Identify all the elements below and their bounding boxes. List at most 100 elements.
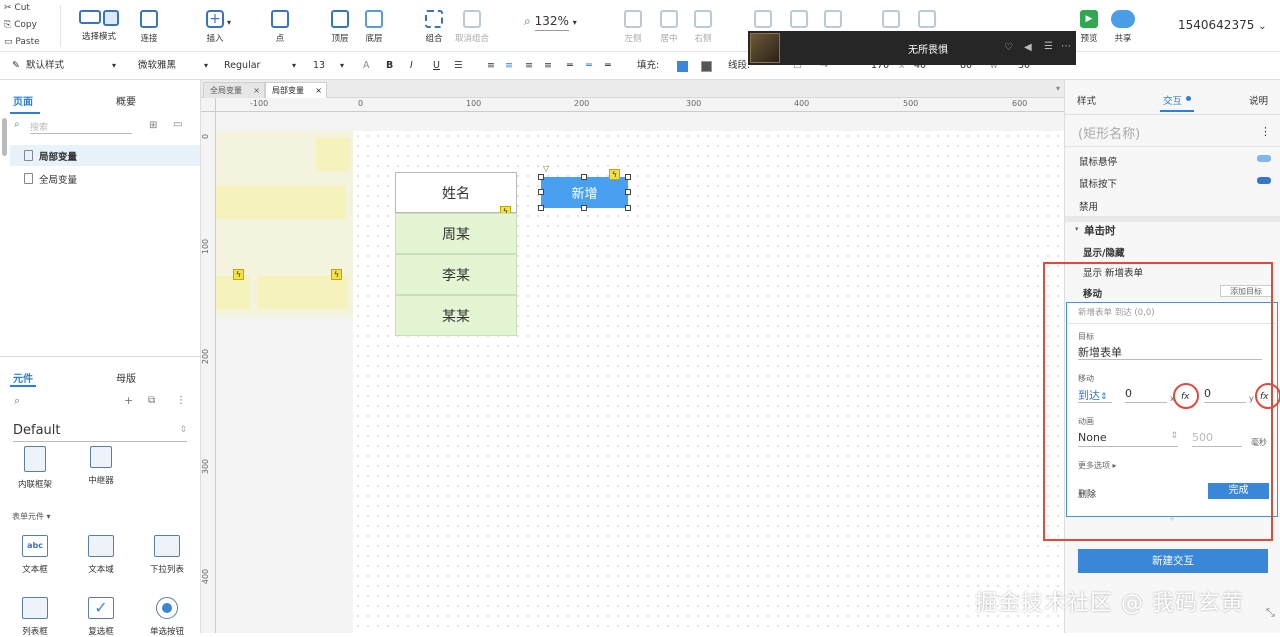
valign-top-icon[interactable]: ═: [567, 52, 573, 80]
more-icon[interactable]: ⋯: [1061, 41, 1071, 52]
top-layer-button[interactable]: 顶层: [326, 10, 354, 44]
comp-listbox[interactable]: 列表框: [12, 597, 58, 637]
resize-handle[interactable]: [625, 189, 631, 195]
valign-bottom-icon[interactable]: ═: [605, 52, 611, 80]
align-center-button[interactable]: 居中: [656, 10, 682, 44]
distribute-v-button[interactable]: [914, 10, 940, 32]
account-menu[interactable]: 1540642375 ⌄: [1178, 18, 1267, 32]
page-item-global[interactable]: 全局变量: [10, 168, 200, 189]
heart-icon[interactable]: ♡: [1004, 42, 1013, 53]
comp-textbox[interactable]: abc 文本框: [12, 535, 58, 575]
point-button[interactable]: 点: [268, 10, 292, 44]
preview-button[interactable]: ▶ 预览: [1076, 10, 1102, 44]
resize-handle[interactable]: [581, 174, 587, 180]
resize-handle[interactable]: [538, 189, 544, 195]
interaction-bolt-icon[interactable]: ϟ: [331, 269, 342, 280]
copy-icon[interactable]: ⧉: [148, 395, 155, 406]
doc-tab-global[interactable]: 全局变量 ×: [203, 82, 265, 98]
hidden-shape[interactable]: [316, 138, 350, 171]
ungroup-button[interactable]: 取消组合: [452, 10, 492, 44]
tab-outline[interactable]: 概要: [116, 93, 136, 108]
collapse-icon[interactable]: ▾: [1075, 225, 1079, 233]
page-item-local[interactable]: 局部变量: [10, 145, 200, 166]
add-library-icon[interactable]: +: [124, 394, 133, 407]
tab-masters[interactable]: 母版: [116, 370, 136, 385]
align-text-center-icon[interactable]: ≡: [505, 52, 513, 80]
table-row[interactable]: 周某: [395, 213, 517, 254]
tabs-menu-icon[interactable]: ▾: [1056, 84, 1060, 93]
new-interaction-button[interactable]: 新建交互: [1078, 549, 1268, 573]
group-button[interactable]: 组合: [420, 10, 448, 44]
add-page-icon[interactable]: ⊞: [149, 120, 157, 131]
add-new-button-widget[interactable]: 新增: [541, 177, 628, 208]
hidden-shape[interactable]: [258, 276, 348, 309]
valign-middle-icon[interactable]: ═: [586, 52, 592, 80]
shadow-swatch[interactable]: [701, 61, 712, 72]
hover-swatch[interactable]: [1257, 155, 1271, 162]
resize-handle[interactable]: [581, 205, 587, 211]
library-select[interactable]: Default ⇕: [13, 423, 187, 442]
comp-checkbox[interactable]: ✓ 复选框: [78, 597, 124, 637]
insert-button[interactable]: + 插入: [200, 10, 230, 44]
paste-button[interactable]: ▭ Paste: [4, 34, 40, 51]
interaction-bolt-icon[interactable]: ϟ: [609, 169, 620, 180]
weight-select[interactable]: Regular: [224, 52, 260, 80]
form-section-header[interactable]: 表单元件 ▾: [12, 511, 51, 522]
resize-handle[interactable]: [625, 205, 631, 211]
underline-icon[interactable]: U: [433, 52, 440, 80]
cut-button[interactable]: ✂ Cut: [4, 0, 30, 17]
resize-handle[interactable]: [538, 205, 544, 211]
tab-notes[interactable]: 说明: [1249, 93, 1268, 107]
tab-style[interactable]: 样式: [1077, 93, 1096, 107]
text-color-icon[interactable]: A: [363, 52, 370, 80]
scrollbar[interactable]: [2, 118, 7, 156]
state-hover[interactable]: 鼠标悬停: [1079, 154, 1117, 168]
interaction-bolt-icon[interactable]: ϟ: [233, 269, 244, 280]
comp-radio[interactable]: 单选按钮: [144, 597, 190, 637]
close-icon[interactable]: ×: [315, 83, 322, 99]
hidden-shape[interactable]: [216, 276, 250, 309]
close-icon[interactable]: ×: [253, 83, 260, 99]
connect-button[interactable]: 连接: [136, 10, 162, 44]
insert-dropdown-icon[interactable]: ▾: [227, 18, 231, 27]
fill-color-swatch[interactable]: [677, 61, 688, 72]
bottom-layer-button[interactable]: 底层: [360, 10, 388, 44]
style-select[interactable]: ✎ 默认样式: [12, 52, 64, 80]
align-bottom-button[interactable]: [820, 10, 846, 32]
event-onclick[interactable]: 单击时: [1084, 223, 1116, 238]
action-show-hide[interactable]: 显示/隐藏: [1083, 245, 1124, 259]
font-select[interactable]: 微软雅黑: [138, 52, 176, 80]
align-text-right-icon[interactable]: ≡: [525, 52, 533, 80]
align-left-button[interactable]: 左侧: [620, 10, 646, 44]
state-pressed[interactable]: 鼠标按下: [1079, 176, 1117, 190]
widget-name-input[interactable]: (矩形名称): [1078, 123, 1140, 142]
volume-icon[interactable]: ◀: [1024, 42, 1032, 53]
pressed-swatch[interactable]: [1257, 177, 1271, 184]
rotate-handle-icon[interactable]: ▽: [543, 164, 549, 173]
more-vertical-icon[interactable]: ⋮: [1260, 125, 1271, 138]
more-vertical-icon[interactable]: ⋮: [176, 395, 186, 406]
font-size-select[interactable]: 13: [313, 52, 325, 80]
table-row[interactable]: 李某: [395, 254, 517, 295]
share-button[interactable]: 共享: [1108, 10, 1138, 44]
comp-dropdown[interactable]: 下拉列表: [144, 535, 190, 575]
resize-corner-icon[interactable]: ⤡: [1266, 606, 1275, 620]
hidden-shape[interactable]: [216, 186, 346, 219]
bold-icon[interactable]: B: [386, 52, 393, 80]
align-middle-button[interactable]: [786, 10, 812, 32]
distribute-h-button[interactable]: [878, 10, 904, 32]
align-top-button[interactable]: [750, 10, 776, 32]
comp-textarea[interactable]: 文本域: [78, 535, 124, 575]
comp-inline-frame[interactable]: 内联框架: [12, 446, 58, 490]
state-disabled[interactable]: 禁用: [1079, 199, 1098, 213]
resize-handle[interactable]: [538, 174, 544, 180]
tab-interactions[interactable]: 交互: [1163, 93, 1182, 107]
doc-tab-local[interactable]: 局部变量 ×: [265, 82, 327, 98]
playlist-icon[interactable]: ☰: [1044, 41, 1053, 52]
copy-button[interactable]: ⎘ Copy: [4, 17, 37, 34]
select-mode-button[interactable]: 选择模式: [70, 10, 128, 42]
align-right-button[interactable]: 右侧: [690, 10, 716, 44]
resize-handle[interactable]: [625, 174, 631, 180]
bullet-list-icon[interactable]: ☰: [454, 52, 463, 80]
tab-pages[interactable]: 页面: [13, 93, 33, 108]
